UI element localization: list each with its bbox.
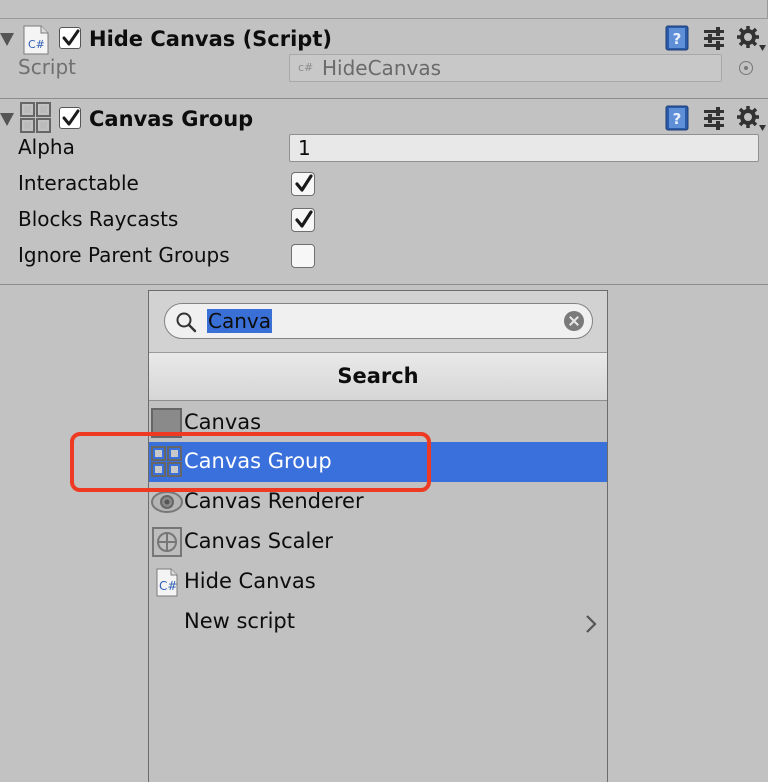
canvas-group-icon	[20, 102, 51, 133]
alpha-label: Alpha	[18, 135, 75, 159]
search-input[interactable]: Canva	[164, 303, 593, 339]
list-item-canvas-scaler[interactable]: Canvas Scaler	[149, 522, 607, 562]
ignore-parent-groups-label: Ignore Parent Groups	[18, 243, 230, 267]
list-item-label: New script	[184, 609, 295, 633]
search-icon	[176, 312, 197, 333]
alpha-value: 1	[298, 136, 311, 160]
blocks-raycasts-checkbox[interactable]	[291, 208, 315, 232]
ignore-parent-groups-checkbox[interactable]	[291, 244, 315, 268]
interactable-checkbox[interactable]	[291, 172, 315, 196]
chevron-right-icon	[586, 615, 597, 633]
alpha-field[interactable]: 1	[289, 134, 759, 162]
popup-search-area: Canva	[149, 291, 607, 353]
object-picker-icon[interactable]	[739, 61, 753, 75]
hide-canvas-component-header[interactable]: C# Hide Canvas (Script) ?	[0, 19, 768, 59]
annotation-highlight-box	[70, 432, 431, 492]
add-component-popup: Canva Search Canvas Canvas Group Canvas …	[148, 290, 608, 782]
list-item-label: Hide Canvas	[184, 569, 316, 593]
hide-canvas-enable-checkbox[interactable]	[59, 27, 81, 49]
search-query-text: Canva	[207, 309, 272, 333]
presets-sliders-icon[interactable]	[701, 25, 727, 55]
help-book-icon[interactable]: ?	[664, 25, 690, 55]
list-item-label: Canvas Scaler	[184, 529, 333, 553]
svg-text:?: ?	[673, 110, 682, 128]
list-item-hide-canvas[interactable]: C# Hide Canvas	[149, 562, 607, 602]
list-item-label: Canvas Renderer	[184, 489, 364, 513]
gear-menu-icon[interactable]	[737, 25, 767, 57]
list-item-new-script[interactable]: New script	[149, 602, 607, 642]
canvas-group-title: Canvas Group	[89, 107, 254, 131]
canvas-scaler-icon	[151, 526, 183, 558]
popup-title: Search	[149, 353, 607, 401]
checkmark-icon	[62, 29, 80, 46]
canvas-group-component-header[interactable]: Canvas Group ?	[0, 99, 768, 139]
script-field-icon: c#	[298, 61, 314, 74]
hide-canvas-title: Hide Canvas (Script)	[89, 27, 332, 51]
fold-arrow-icon[interactable]	[0, 33, 14, 46]
fold-arrow-icon[interactable]	[0, 113, 14, 126]
presets-sliders-icon[interactable]	[701, 105, 727, 135]
csharp-icon-text: C#	[159, 579, 178, 593]
script-object-field[interactable]: c# HideCanvas	[289, 54, 722, 82]
gear-menu-icon[interactable]	[737, 105, 767, 137]
interactable-label: Interactable	[18, 171, 139, 195]
component-divider	[0, 284, 768, 285]
csharp-icon-text: C#	[28, 38, 45, 51]
svg-text:?: ?	[673, 30, 682, 48]
script-field-value: HideCanvas	[322, 56, 442, 80]
blocks-raycasts-label: Blocks Raycasts	[18, 207, 179, 231]
csharp-script-icon: C#	[22, 25, 50, 55]
clear-search-icon[interactable]	[564, 311, 584, 331]
canvas-group-enable-checkbox[interactable]	[59, 107, 81, 129]
script-label: Script	[18, 55, 77, 79]
checkmark-icon	[295, 210, 313, 228]
list-item-label: Canvas	[184, 410, 262, 434]
csharp-script-icon: C#	[151, 566, 183, 598]
checkmark-icon	[295, 174, 313, 192]
checkmark-icon	[62, 109, 80, 126]
help-book-icon[interactable]: ?	[664, 105, 690, 135]
